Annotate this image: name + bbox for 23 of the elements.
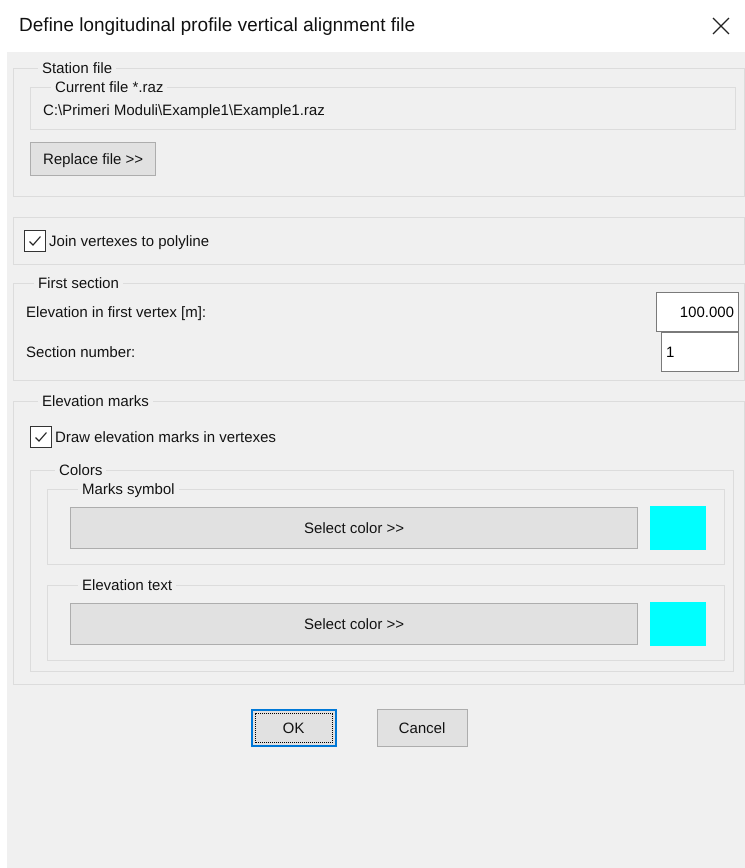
join-checkbox[interactable]: Join vertexes to polyline: [24, 230, 734, 252]
field-label: Section number:: [26, 344, 136, 360]
group-title: Marks symbol: [81, 481, 176, 498]
group-title: Elevation marks: [41, 393, 150, 410]
select-color-button[interactable]: Select color >>: [70, 603, 638, 645]
draw-marks-checkbox[interactable]: Draw elevation marks in vertexes: [30, 426, 744, 448]
group-title: Current file *.raz: [54, 79, 164, 96]
input-field[interactable]: 100.000: [656, 292, 739, 332]
group-title: Colors: [58, 462, 104, 479]
file-path: C:\Primeri Moduli\Example1\Example1.raz: [43, 102, 326, 119]
close-icon[interactable]: [711, 16, 731, 36]
input-field[interactable]: 1: [661, 332, 739, 372]
select-color-button[interactable]: Select color >>: [70, 507, 638, 549]
field-label: Elevation in first vertex [m]:: [26, 304, 206, 320]
window-title: Define longitudinal profile vertical alignment file: [19, 15, 416, 37]
cancel-button[interactable]: Cancel: [376, 709, 468, 747]
group-title: Station file: [41, 60, 114, 77]
group-title: First section: [37, 275, 120, 292]
group-title: Elevation text: [81, 577, 174, 594]
replace-file-button[interactable]: Replace file >>: [30, 142, 156, 176]
checkbox-icon[interactable]: [24, 230, 46, 252]
ok-button[interactable]: OK: [250, 709, 336, 747]
checkbox-icon[interactable]: [30, 426, 52, 448]
